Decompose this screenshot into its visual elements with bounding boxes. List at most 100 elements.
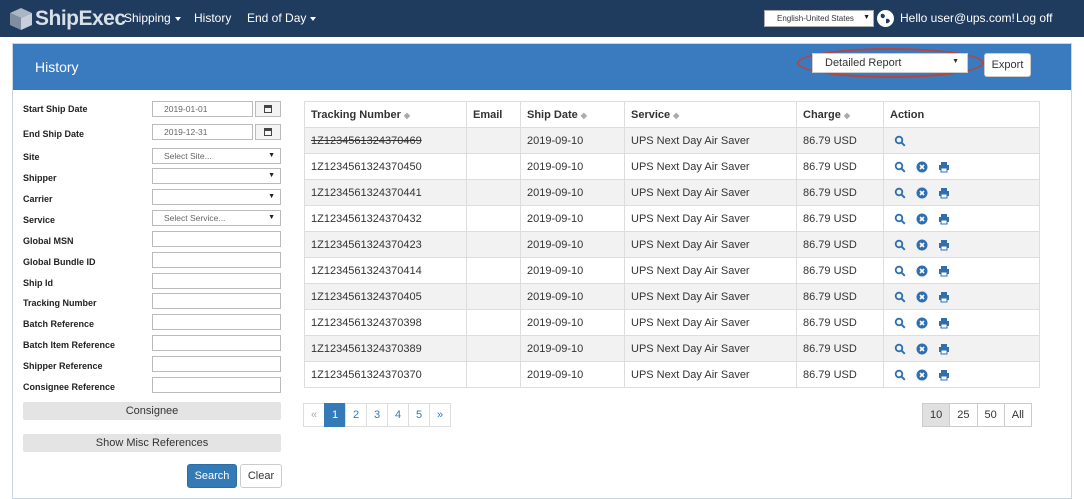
void-icon[interactable]: [916, 343, 934, 355]
print-icon[interactable]: [938, 213, 956, 225]
language-select[interactable]: English-United States ▼: [764, 10, 874, 27]
table-row: 1Z1234561324370450 2019-09-10 UPS Next Day…: [304, 153, 1040, 180]
site-select[interactable]: Select Site... ▼: [152, 148, 281, 164]
cell-actions: [883, 127, 1040, 154]
void-icon[interactable]: [916, 369, 934, 381]
void-icon[interactable]: [916, 265, 934, 277]
cell-tracking-number: 1Z1234561324370469: [304, 127, 467, 154]
void-icon[interactable]: [916, 213, 934, 225]
batch-item-reference-input[interactable]: [152, 335, 281, 351]
print-icon[interactable]: [938, 265, 956, 277]
cell-ship-date: 2019-09-10: [520, 205, 625, 232]
nav-end-of-day-menu[interactable]: End of Day: [247, 11, 317, 25]
search-icon[interactable]: [894, 369, 912, 381]
nav-history-link[interactable]: History: [194, 11, 231, 25]
search-icon[interactable]: [894, 135, 912, 147]
search-icon[interactable]: [894, 213, 912, 225]
print-icon[interactable]: [938, 187, 956, 199]
nav-shipping-menu[interactable]: Shipping: [124, 11, 181, 25]
header-ship-date[interactable]: Ship Date ◆: [520, 101, 625, 128]
void-icon[interactable]: [916, 239, 934, 251]
table-row: 1Z1234561324370398 2019-09-10 UPS Next Day…: [304, 309, 1040, 336]
page-size-all[interactable]: All: [1003, 403, 1032, 427]
batch-item-reference-label: Batch Item Reference: [23, 340, 116, 350]
globe-icon: [877, 10, 894, 27]
void-icon[interactable]: [916, 187, 934, 199]
export-button[interactable]: Export: [984, 53, 1031, 77]
pagination-next[interactable]: »: [429, 403, 451, 427]
tracking-number-input[interactable]: [152, 293, 281, 309]
table-row: 1Z1234561324370370 2019-09-10 UPS Next Day…: [304, 361, 1040, 388]
cell-email: [466, 179, 521, 206]
pagination-page-3[interactable]: 3: [366, 403, 388, 427]
page-size-50[interactable]: 50: [976, 403, 1005, 427]
search-icon[interactable]: [894, 317, 912, 329]
header-charge[interactable]: Charge ◆: [796, 101, 884, 128]
header-tracking-number[interactable]: Tracking Number ◆: [304, 101, 467, 128]
ship-id-input[interactable]: [152, 273, 281, 289]
logoff-link[interactable]: Log off: [1016, 11, 1052, 25]
carrier-select[interactable]: ▼: [152, 189, 281, 205]
pagination-page-2[interactable]: 2: [345, 403, 367, 427]
search-icon[interactable]: [894, 291, 912, 303]
show-misc-references-button[interactable]: Show Misc References: [23, 434, 281, 452]
cell-ship-date: 2019-09-10: [520, 257, 625, 284]
void-icon[interactable]: [916, 317, 934, 329]
print-icon[interactable]: [938, 239, 956, 251]
pagination-page-1[interactable]: 1: [324, 403, 346, 427]
service-select[interactable]: Select Service... ▼: [152, 210, 281, 226]
end-ship-date-input[interactable]: 2019-12-31: [152, 124, 253, 140]
page-title: History: [35, 59, 79, 75]
caret-down-icon: [310, 16, 317, 21]
global-bundle-id-input[interactable]: [152, 252, 281, 268]
pagination-page-5[interactable]: 5: [408, 403, 430, 427]
search-icon[interactable]: [894, 343, 912, 355]
print-icon[interactable]: [938, 161, 956, 173]
shipper-reference-input[interactable]: [152, 356, 281, 372]
dropdown-arrow-icon: ▼: [268, 152, 275, 159]
pagination-page-4[interactable]: 4: [387, 403, 409, 427]
pagination: « 1 2 3 4 5 »: [303, 403, 451, 427]
global-msn-label: Global MSN: [23, 236, 74, 246]
report-type-value: Detailed Report: [825, 57, 902, 69]
page-size-25[interactable]: 25: [949, 403, 978, 427]
cell-service: UPS Next Day Air Saver: [624, 127, 797, 154]
table-body: 1Z1234561324370469 2019-09-10 UPS Next Day…: [304, 127, 1040, 388]
search-icon[interactable]: [894, 239, 912, 251]
start-ship-date-input[interactable]: 2019-01-01: [152, 101, 253, 117]
void-icon[interactable]: [916, 291, 934, 303]
consignee-reference-input[interactable]: [152, 377, 281, 393]
top-navbar: ShipExec Shipping History End of Day Eng…: [0, 0, 1084, 37]
report-type-select[interactable]: Detailed Report ▼: [812, 53, 968, 73]
shipper-select[interactable]: ▼: [152, 168, 281, 184]
end-date-calendar-button[interactable]: [255, 124, 281, 140]
consignee-button[interactable]: Consignee: [23, 402, 281, 420]
pagination-prev[interactable]: «: [303, 403, 325, 427]
table-row: 1Z1234561324370432 2019-09-10 UPS Next Day…: [304, 205, 1040, 232]
header-service[interactable]: Service ◆: [624, 101, 797, 128]
search-icon[interactable]: [894, 161, 912, 173]
print-icon[interactable]: [938, 369, 956, 381]
brand-logo[interactable]: ShipExec: [8, 5, 126, 33]
start-ship-date-label: Start Ship Date: [23, 104, 88, 114]
sort-icon: ◆: [673, 110, 680, 120]
batch-reference-input[interactable]: [152, 314, 281, 330]
start-date-calendar-button[interactable]: [255, 101, 281, 117]
print-icon[interactable]: [938, 291, 956, 303]
print-icon[interactable]: [938, 317, 956, 329]
cell-charge: 86.79 USD: [796, 309, 884, 336]
cell-actions: [883, 309, 1040, 336]
page-size-10[interactable]: 10: [922, 403, 951, 427]
cell-email: [466, 127, 521, 154]
search-button[interactable]: Search: [187, 464, 237, 488]
print-icon[interactable]: [938, 343, 956, 355]
search-icon[interactable]: [894, 187, 912, 199]
search-icon[interactable]: [894, 265, 912, 277]
header-service-label: Service: [631, 108, 671, 121]
cell-charge: 86.79 USD: [796, 179, 884, 206]
cell-actions: [883, 231, 1040, 258]
global-msn-input[interactable]: [152, 231, 281, 247]
clear-button[interactable]: Clear: [240, 464, 282, 488]
void-icon[interactable]: [916, 161, 934, 173]
dropdown-arrow-icon: ▼: [952, 58, 959, 65]
